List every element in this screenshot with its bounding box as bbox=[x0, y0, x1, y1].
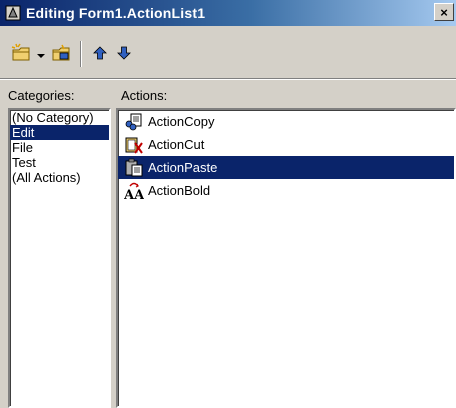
actionlist-editor-icon bbox=[4, 4, 22, 22]
action-item[interactable]: ActionCut bbox=[118, 133, 454, 156]
window-title: Editing Form1.ActionList1 bbox=[26, 5, 206, 21]
paste-icon bbox=[124, 158, 144, 178]
arrow-down-icon bbox=[117, 46, 131, 63]
move-down-button[interactable] bbox=[112, 42, 136, 66]
action-label: ActionCut bbox=[148, 137, 205, 152]
toolbar-separator bbox=[80, 41, 82, 67]
category-item[interactable]: Test bbox=[10, 155, 109, 170]
new-action-icon bbox=[11, 43, 33, 66]
move-up-button[interactable] bbox=[88, 42, 112, 66]
dropdown-arrow-icon bbox=[37, 47, 45, 62]
toolbar-divider bbox=[0, 78, 456, 80]
close-button[interactable]: × bbox=[434, 3, 454, 21]
action-item-selected[interactable]: ActionPaste bbox=[118, 156, 454, 179]
close-icon: × bbox=[440, 4, 448, 20]
actions-listbox[interactable]: ActionCopy ActionCut ActionPaste AA Acti… bbox=[116, 108, 456, 408]
new-action-button[interactable] bbox=[10, 42, 34, 66]
copy-icon bbox=[124, 112, 144, 132]
category-item-selected[interactable]: Edit bbox=[10, 125, 109, 140]
category-item[interactable]: (No Category) bbox=[10, 110, 109, 125]
action-label: ActionCopy bbox=[148, 114, 215, 129]
arrow-up-icon bbox=[93, 45, 107, 63]
svg-text:AA: AA bbox=[124, 188, 144, 201]
bold-icon: AA bbox=[124, 181, 144, 201]
actions-label: Actions: bbox=[121, 88, 168, 103]
new-action-dropdown-button[interactable] bbox=[34, 42, 48, 66]
toolbar bbox=[0, 34, 456, 74]
new-standard-action-button[interactable] bbox=[50, 42, 74, 66]
action-label: ActionBold bbox=[148, 183, 211, 198]
categories-label: Categories: bbox=[8, 88, 75, 103]
category-item[interactable]: File bbox=[10, 140, 109, 155]
cut-icon bbox=[124, 135, 144, 155]
category-item[interactable]: (All Actions) bbox=[10, 170, 109, 185]
action-label: ActionPaste bbox=[146, 160, 220, 175]
new-standard-action-icon bbox=[51, 43, 73, 66]
title-bar: Editing Form1.ActionList1 × bbox=[0, 0, 456, 26]
action-item[interactable]: ActionCopy bbox=[118, 110, 454, 133]
action-item[interactable]: AA ActionBold bbox=[118, 179, 454, 202]
categories-listbox[interactable]: (No Category) Edit File Test (All Action… bbox=[8, 108, 111, 408]
